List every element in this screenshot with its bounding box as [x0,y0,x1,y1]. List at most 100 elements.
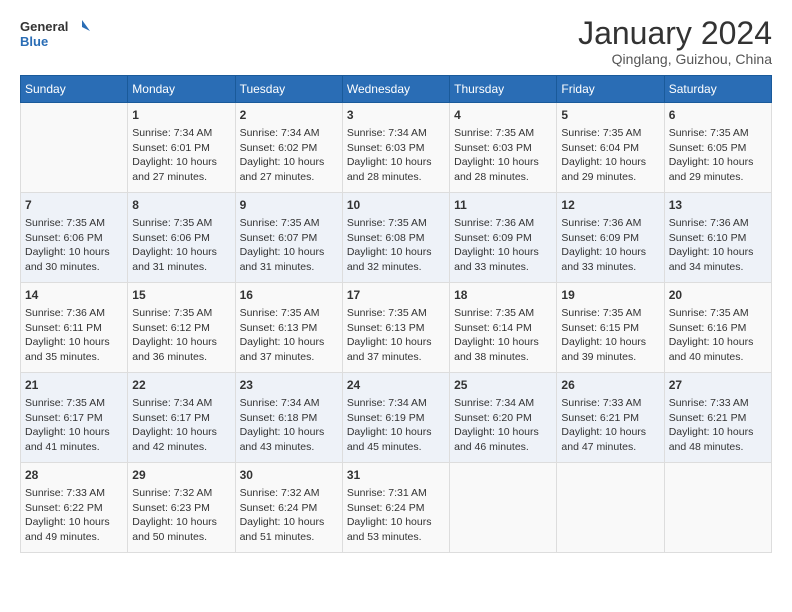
day-number: 27 [669,377,767,394]
day-info-line: Sunset: 6:17 PM [25,411,123,426]
cell-w1-d2: 2Sunrise: 7:34 AMSunset: 6:02 PMDaylight… [235,103,342,193]
day-info-line: Daylight: 10 hours [132,515,230,530]
day-info-line: Daylight: 10 hours [240,155,338,170]
day-info-line: and 48 minutes. [669,440,767,455]
day-info-line: Daylight: 10 hours [132,335,230,350]
day-info-line: Sunrise: 7:35 AM [132,306,230,321]
day-info-line: and 36 minutes. [132,350,230,365]
day-info-line: Sunrise: 7:34 AM [240,396,338,411]
cell-w2-d2: 9Sunrise: 7:35 AMSunset: 6:07 PMDaylight… [235,193,342,283]
day-info-line: and 50 minutes. [132,530,230,545]
day-info-line: Daylight: 10 hours [561,155,659,170]
day-info-line: Daylight: 10 hours [25,245,123,260]
header-thursday: Thursday [450,76,557,103]
day-info-line: Sunset: 6:06 PM [132,231,230,246]
day-info-line: Daylight: 10 hours [347,245,445,260]
cell-w3-d1: 15Sunrise: 7:35 AMSunset: 6:12 PMDayligh… [128,283,235,373]
cell-w5-d0: 28Sunrise: 7:33 AMSunset: 6:22 PMDayligh… [21,463,128,553]
day-info-line: Daylight: 10 hours [454,245,552,260]
cell-w3-d2: 16Sunrise: 7:35 AMSunset: 6:13 PMDayligh… [235,283,342,373]
day-number: 5 [561,107,659,124]
day-info-line: Sunset: 6:06 PM [25,231,123,246]
day-number: 23 [240,377,338,394]
day-info-line: and 33 minutes. [454,260,552,275]
cell-w3-d5: 19Sunrise: 7:35 AMSunset: 6:15 PMDayligh… [557,283,664,373]
day-info-line: Daylight: 10 hours [561,335,659,350]
day-info-line: Sunset: 6:08 PM [347,231,445,246]
day-info-line: Sunrise: 7:31 AM [347,486,445,501]
day-info-line: and 35 minutes. [25,350,123,365]
day-info-line: and 37 minutes. [240,350,338,365]
day-info-line: Sunset: 6:19 PM [347,411,445,426]
cell-w4-d1: 22Sunrise: 7:34 AMSunset: 6:17 PMDayligh… [128,373,235,463]
day-info-line: Sunset: 6:24 PM [240,501,338,516]
day-info-line: and 49 minutes. [25,530,123,545]
day-info-line: Sunset: 6:14 PM [454,321,552,336]
day-number: 10 [347,197,445,214]
day-info-line: Daylight: 10 hours [132,245,230,260]
cell-w5-d5 [557,463,664,553]
day-info-line: Sunset: 6:03 PM [347,141,445,156]
day-info-line: Sunrise: 7:34 AM [132,126,230,141]
day-info-line: Sunset: 6:02 PM [240,141,338,156]
day-info-line: and 29 minutes. [669,170,767,185]
cell-w5-d4 [450,463,557,553]
day-info-line: and 31 minutes. [240,260,338,275]
day-info-line: Daylight: 10 hours [132,155,230,170]
day-info-line: Sunset: 6:23 PM [132,501,230,516]
day-number: 13 [669,197,767,214]
day-info-line: Sunrise: 7:35 AM [454,126,552,141]
day-info-line: Sunset: 6:10 PM [669,231,767,246]
day-info-line: Daylight: 10 hours [669,155,767,170]
day-number: 1 [132,107,230,124]
day-info-line: Sunset: 6:13 PM [240,321,338,336]
day-number: 16 [240,287,338,304]
day-info-line: and 28 minutes. [347,170,445,185]
day-info-line: Sunset: 6:09 PM [561,231,659,246]
header-saturday: Saturday [664,76,771,103]
header-row: SundayMondayTuesdayWednesdayThursdayFrid… [21,76,772,103]
cell-w3-d0: 14Sunrise: 7:36 AMSunset: 6:11 PMDayligh… [21,283,128,373]
day-info-line: Sunset: 6:16 PM [669,321,767,336]
cell-w2-d6: 13Sunrise: 7:36 AMSunset: 6:10 PMDayligh… [664,193,771,283]
day-number: 19 [561,287,659,304]
location: Qinglang, Guizhou, China [578,51,772,67]
day-info-line: Sunrise: 7:35 AM [347,306,445,321]
day-number: 20 [669,287,767,304]
day-number: 6 [669,107,767,124]
week-row-2: 7Sunrise: 7:35 AMSunset: 6:06 PMDaylight… [21,193,772,283]
day-info-line: Sunrise: 7:36 AM [669,216,767,231]
day-info-line: and 42 minutes. [132,440,230,455]
day-number: 15 [132,287,230,304]
day-number: 11 [454,197,552,214]
day-info-line: Sunrise: 7:35 AM [454,306,552,321]
cell-w1-d1: 1Sunrise: 7:34 AMSunset: 6:01 PMDaylight… [128,103,235,193]
cell-w1-d5: 5 Sunrise: 7:35 AMSunset: 6:04 PMDaylight… [557,103,664,193]
day-info-line: Sunset: 6:13 PM [347,321,445,336]
day-number: 29 [132,467,230,484]
day-number: 22 [132,377,230,394]
day-info-line: Sunrise: 7:32 AM [240,486,338,501]
day-info-line: Sunrise: 7:35 AM [669,306,767,321]
day-number: 31 [347,467,445,484]
cell-w3-d3: 17Sunrise: 7:35 AMSunset: 6:13 PMDayligh… [342,283,449,373]
day-info-line: Sunset: 6:11 PM [25,321,123,336]
day-info-line: Daylight: 10 hours [454,425,552,440]
day-info-line: Daylight: 10 hours [669,425,767,440]
day-info-line: and 28 minutes. [454,170,552,185]
day-number: 18 [454,287,552,304]
day-info-line: Sunrise: 7:34 AM [347,396,445,411]
logo: General Blue [20,16,90,56]
day-info-line: and 51 minutes. [240,530,338,545]
calendar-table: SundayMondayTuesdayWednesdayThursdayFrid… [20,75,772,553]
day-info-line: and 43 minutes. [240,440,338,455]
cell-w5-d3: 31Sunrise: 7:31 AMSunset: 6:24 PMDayligh… [342,463,449,553]
day-info-line: Sunrise: 7:36 AM [561,216,659,231]
day-info-line: Sunrise: 7:35 AM [240,216,338,231]
day-info-line: Sunrise: 7:35 AM [132,216,230,231]
day-info-line: Sunset: 6:17 PM [132,411,230,426]
day-info-line: Sunset: 6:04 PM [561,141,659,156]
day-info-line: Sunset: 6:09 PM [454,231,552,246]
day-number: 4 [454,107,552,124]
day-info-line: Sunrise: 7:35 AM [561,126,659,141]
